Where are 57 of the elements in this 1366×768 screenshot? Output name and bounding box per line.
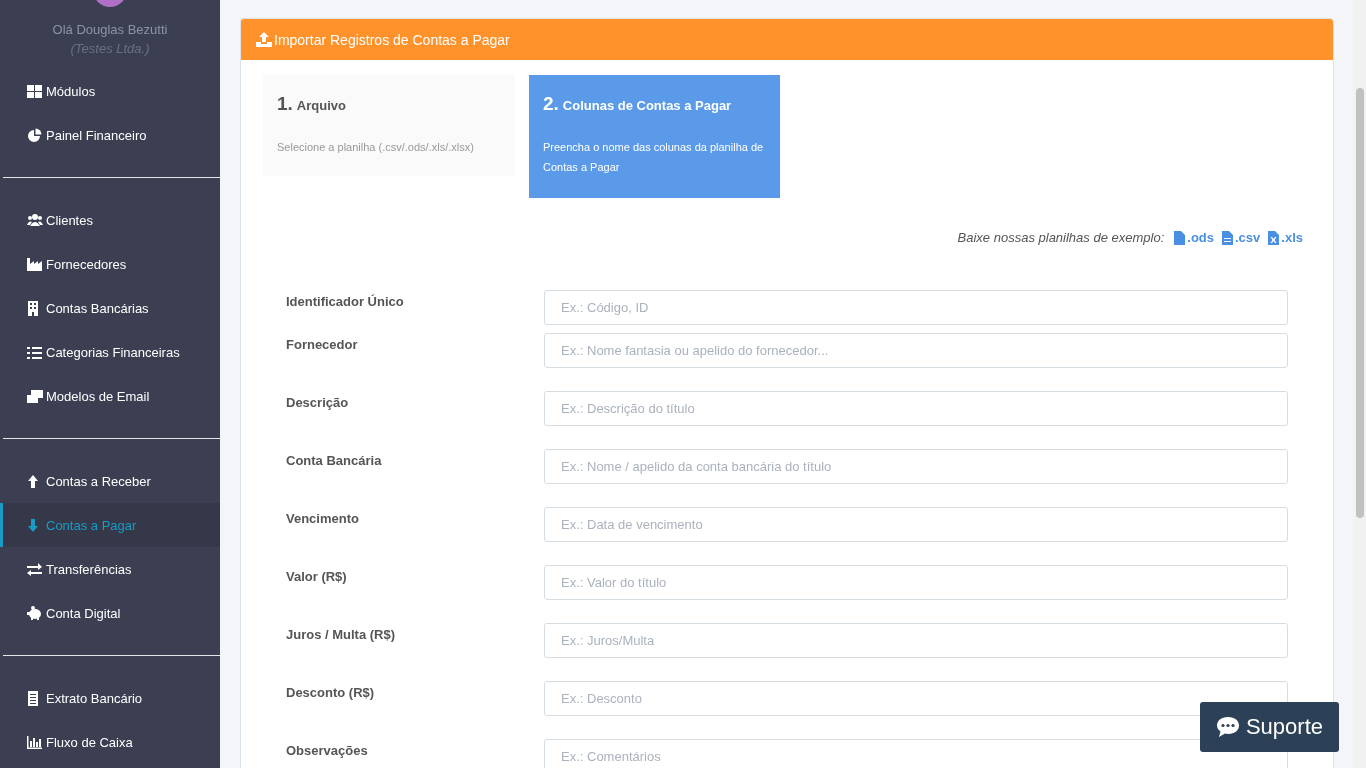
list-icon bbox=[27, 344, 43, 360]
step-description: Preencha o nome das colunas da planilha de Contas a Pagar bbox=[543, 140, 765, 175]
file-icon bbox=[1222, 230, 1233, 245]
input-field[interactable]: Ex.: Desconto bbox=[544, 681, 1288, 716]
step-number: 2. bbox=[543, 93, 559, 115]
panel-title: Importar Registros de Contas a Pagar bbox=[274, 31, 510, 48]
sidebar-item[interactable]: Contas a Receber bbox=[0, 459, 220, 503]
step-title: Arquivo bbox=[296, 98, 346, 113]
sidebar-item[interactable]: Conta Digital bbox=[0, 591, 220, 635]
input-field[interactable]: Ex.: Código, ID bbox=[544, 290, 1288, 325]
sidebar-item[interactable]: Clientes bbox=[0, 198, 220, 242]
upload-icon bbox=[256, 32, 272, 47]
bar-chart-icon bbox=[27, 734, 43, 750]
field-label: Observações bbox=[286, 742, 369, 758]
file-icon bbox=[1174, 230, 1186, 245]
chat-bubble-icon bbox=[1215, 716, 1240, 738]
sidebar-item[interactable]: Fornecedores bbox=[0, 242, 220, 286]
sidebar-item[interactable]: Contas a Pagar bbox=[0, 503, 220, 547]
input-field[interactable]: Ex.: Comentários bbox=[544, 739, 1288, 768]
field-label: Desconto (R$) bbox=[286, 684, 376, 700]
input-field[interactable]: Ex.: Nome / apelido da conta bancária do título bbox=[544, 449, 1288, 484]
support-button[interactable]: Suporte bbox=[1199, 702, 1339, 752]
field-label: Descrição bbox=[286, 394, 350, 410]
factory-icon bbox=[27, 256, 43, 272]
field-label: Fornecedor bbox=[286, 336, 359, 352]
piggy-bank-icon bbox=[27, 605, 43, 621]
step-description: Selecione a planilha (.csv/.ods/.xls/.xlsx) bbox=[277, 140, 475, 155]
scrollbar-thumb[interactable] bbox=[1356, 88, 1364, 518]
users-icon bbox=[27, 212, 43, 228]
input-field[interactable]: Ex.: Juros/Multa bbox=[544, 623, 1288, 658]
step-number: 1. bbox=[277, 93, 293, 115]
examples-label: Baixe nossas planilhas de exemplo: bbox=[957, 230, 1165, 245]
grid-icon bbox=[27, 83, 43, 99]
input-field[interactable]: Ex.: Data de vencimento bbox=[544, 507, 1288, 542]
field-label: Identificador Único bbox=[286, 293, 405, 309]
field-label: Valor (R$) bbox=[286, 568, 348, 584]
field-label: Vencimento bbox=[286, 510, 360, 526]
user-greeting: Olá Douglas Bezutti bbox=[52, 21, 168, 39]
step-title: Colunas de Contas a Pagar bbox=[562, 98, 732, 113]
file-icon bbox=[1268, 230, 1280, 245]
input-field[interactable]: Ex.: Valor do título bbox=[544, 565, 1288, 600]
sidebar-item[interactable]: Transferências bbox=[0, 547, 220, 591]
sidebar-item[interactable]: Painel Financeiro bbox=[0, 113, 220, 157]
sidebar-item[interactable]: Categorias Financeiras bbox=[0, 330, 220, 374]
sidebar-item[interactable]: Contas Bancárias bbox=[0, 286, 220, 330]
field-label: Conta Bancária bbox=[286, 452, 383, 468]
sidebar-item[interactable]: Extrato Bancário bbox=[0, 676, 220, 720]
pie-chart-icon bbox=[27, 127, 43, 143]
exchange-icon bbox=[27, 561, 43, 577]
field-label: Juros / Multa (R$) bbox=[286, 626, 397, 642]
sidebar-item[interactable]: Fluxo de Caixa bbox=[0, 720, 220, 764]
sidebar-item[interactable]: Módulos bbox=[0, 69, 220, 113]
scrollbar[interactable] bbox=[1354, 0, 1366, 768]
input-field[interactable]: Ex.: Descrição do título bbox=[544, 391, 1288, 426]
sidebar-item[interactable]: Modelos de Email bbox=[0, 374, 220, 418]
input-field[interactable]: Ex.: Nome fantasia ou apelido do fornecedor... bbox=[544, 333, 1288, 368]
wizard-step[interactable]: 1. Arquivo Selecione a planilha (.csv/.ods/.xls/.xlsx) bbox=[263, 75, 515, 176]
